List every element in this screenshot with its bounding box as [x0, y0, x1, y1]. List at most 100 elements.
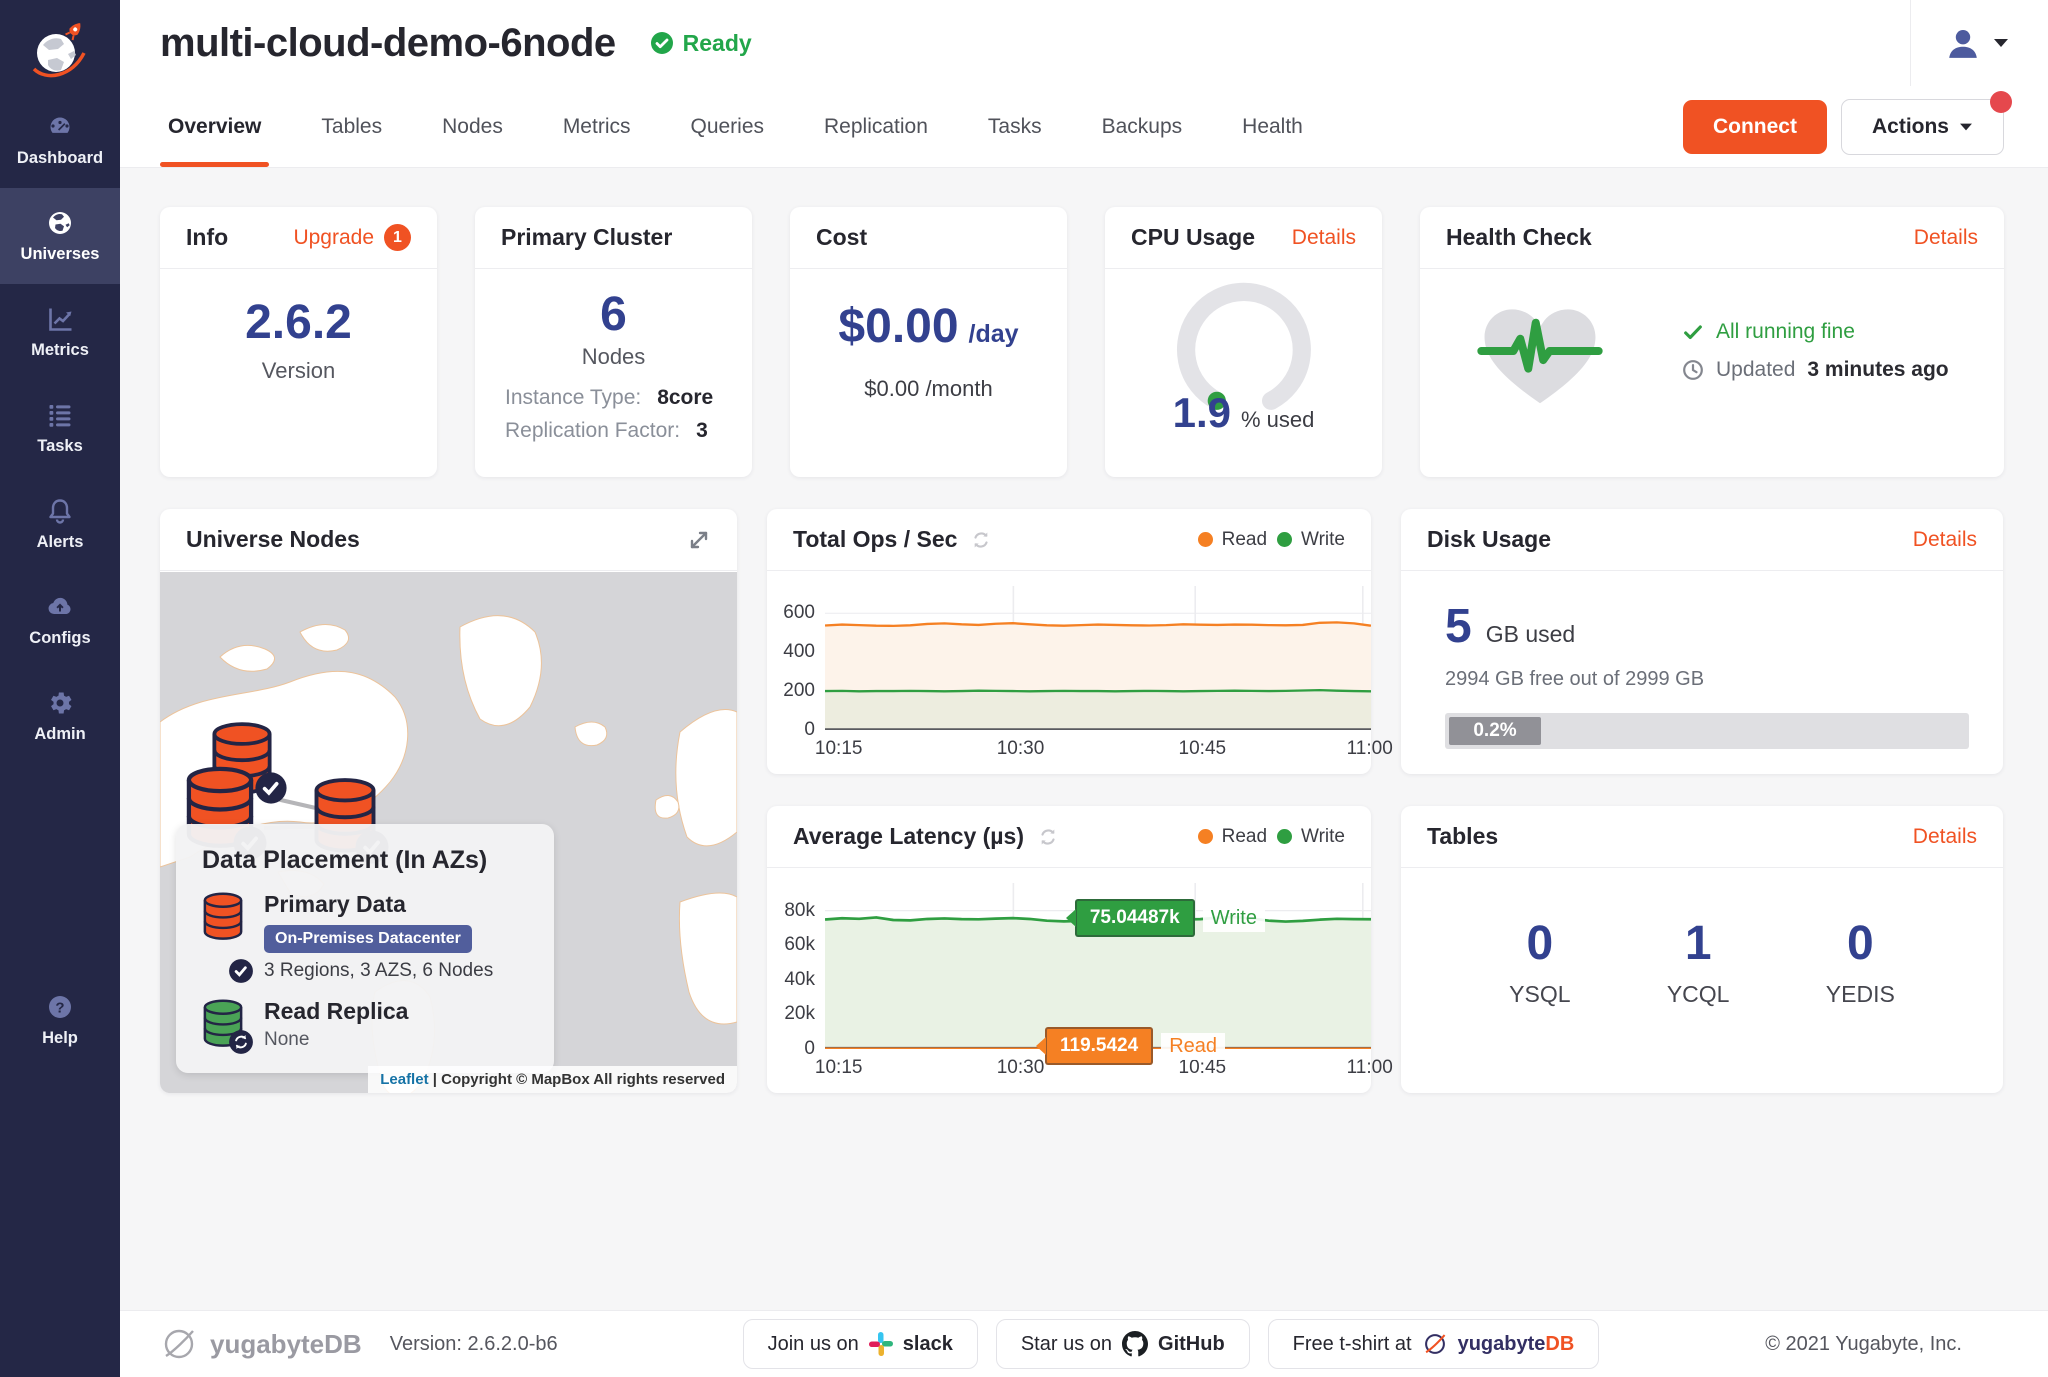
cpu-value: 1.9 — [1173, 389, 1231, 437]
replication-factor-row: Replication Factor: 3 — [505, 419, 722, 443]
sidebar-item-metrics[interactable]: Metrics — [0, 284, 120, 380]
tab-metrics[interactable]: Metrics — [555, 87, 639, 167]
upgrade-count-badge: 1 — [384, 224, 411, 251]
replica-db-icon — [202, 998, 246, 1053]
sidebar-item-configs[interactable]: Configs — [0, 572, 120, 668]
github-name: GitHub — [1158, 1333, 1225, 1356]
sidebar-item-universes[interactable]: Universes — [0, 188, 120, 284]
disk-usage-title: Disk Usage — [1427, 526, 1551, 553]
version-label: Version — [160, 358, 437, 384]
sidebar-item-alerts[interactable]: Alerts — [0, 476, 120, 572]
instance-type-row: Instance Type: 8core — [505, 386, 722, 410]
sidebar-item-help[interactable]: ? Help — [0, 985, 120, 1055]
data-placement-panel: Data Placement (In AZs) Primary Data On-… — [176, 824, 554, 1073]
ysql-stat: 0 YSQL — [1509, 916, 1570, 1008]
read-latency-flag: 119.5424 Read — [1045, 1027, 1225, 1065]
primary-data-desc: 3 Regions, 3 AZS, 6 Nodes — [264, 960, 493, 982]
tab-backups[interactable]: Backups — [1094, 87, 1191, 167]
tab-bar: Overview Tables Nodes Metrics Queries Re… — [120, 86, 2048, 168]
chart-legend: Read Write — [1198, 529, 1345, 551]
datacenter-badge: On-Premises Datacenter — [264, 925, 472, 953]
sidebar-item-dashboard[interactable]: Dashboard — [0, 92, 120, 188]
read-replica-row: Read Replica None — [202, 998, 528, 1053]
tab-tasks[interactable]: Tasks — [980, 87, 1050, 167]
ycql-count: 1 — [1667, 916, 1730, 971]
tshirt-brand-db: DB — [1545, 1333, 1574, 1355]
ops-chart: 0200400600 10:1510:3010:4511:00 — [767, 572, 1371, 774]
disk-details-link[interactable]: Details — [1913, 528, 1977, 552]
write-latency-value: 75.04487k — [1075, 899, 1195, 937]
svg-text:?: ? — [55, 1000, 64, 1017]
info-card: Info Upgrade 1 2.6.2 Version — [160, 207, 437, 477]
app-root: Dashboard Universes Metrics — [0, 0, 2048, 1377]
github-button[interactable]: Star us on GitHub — [996, 1319, 1250, 1369]
slack-icon — [869, 1332, 893, 1356]
read-legend-label: Read — [1222, 529, 1267, 551]
tshirt-brand: yugabyte — [1458, 1333, 1546, 1355]
tshirt-button[interactable]: Free t-shirt at yugabyteDB — [1268, 1319, 1600, 1369]
check-icon — [1682, 321, 1704, 343]
cpu-details-link[interactable]: Details — [1292, 226, 1356, 250]
health-check-title: Health Check — [1446, 224, 1592, 251]
refresh-icon[interactable] — [1036, 825, 1060, 849]
y-axis: 020k40k60k80k — [767, 883, 823, 1049]
sidebar-item-label: Universes — [21, 245, 100, 264]
brand-db-text: DB — [324, 1329, 362, 1359]
tab-overview[interactable]: Overview — [160, 87, 269, 167]
header: multi-cloud-demo-6node Ready Overview Ta… — [120, 0, 2048, 168]
detail-cards-row: Universe Nodes — [160, 509, 2004, 1093]
latency-chart: 020k40k60k80k 75.04487k Write 119.5424 R… — [767, 869, 1371, 1093]
slack-button[interactable]: Join us on slack — [743, 1319, 978, 1369]
yugabyte-logo[interactable] — [0, 0, 120, 92]
write-legend-label: Write — [1301, 529, 1345, 551]
y-axis: 0200400600 — [767, 586, 823, 730]
footer-copyright: © 2021 Yugabyte, Inc. — [1765, 1333, 1962, 1356]
primary-data-label: Primary Data — [264, 891, 493, 918]
refresh-icon[interactable] — [969, 528, 993, 552]
tables-details-link[interactable]: Details — [1913, 825, 1977, 849]
tab-nodes[interactable]: Nodes — [434, 87, 511, 167]
cost-per-month: $0.00 /month — [790, 376, 1067, 402]
check-badge-icon — [228, 958, 254, 984]
help-icon: ? — [45, 992, 75, 1022]
sidebar-item-admin[interactable]: Admin — [0, 668, 120, 764]
write-legend-dot — [1277, 532, 1292, 547]
chart-trend-icon — [45, 304, 75, 334]
chevron-down-icon — [1960, 124, 1972, 131]
user-menu[interactable] — [1910, 0, 2048, 86]
slack-prefix: Join us on — [768, 1333, 859, 1356]
tab-replication[interactable]: Replication — [816, 87, 936, 167]
health-updated-row: Updated 3 minutes ago — [1682, 358, 1949, 382]
tab-tables[interactable]: Tables — [313, 87, 390, 167]
sidebar-item-label: Configs — [29, 629, 90, 648]
world-map[interactable]: Data Placement (In AZs) Primary Data On-… — [160, 572, 737, 1093]
header-actions: Connect Actions — [1683, 99, 2004, 155]
disk-used-label: GB used — [1486, 621, 1576, 648]
disk-used-value: 5 — [1445, 599, 1472, 654]
node-count: 6 — [475, 287, 752, 342]
cpu-unit: % used — [1241, 407, 1314, 433]
info-card-title: Info — [186, 224, 228, 251]
check-circle-icon — [650, 31, 674, 55]
universe-nodes-title: Universe Nodes — [186, 526, 360, 553]
health-details-link[interactable]: Details — [1914, 226, 1978, 250]
yedis-count: 0 — [1826, 916, 1895, 971]
sidebar-item-label: Admin — [34, 725, 85, 744]
disk-free-text: 2994 GB free out of 2999 GB — [1445, 668, 1969, 691]
attribution-text: | Copyright © MapBox All rights reserved — [433, 1071, 725, 1088]
actions-button[interactable]: Actions — [1841, 99, 2004, 155]
gear-icon — [45, 688, 75, 718]
expand-icon[interactable] — [687, 528, 711, 552]
sidebar-item-tasks[interactable]: Tasks — [0, 380, 120, 476]
chart-legend: Read Write — [1198, 826, 1345, 848]
tables-title: Tables — [1427, 823, 1498, 850]
sidebar-item-label: Dashboard — [17, 149, 103, 168]
tab-health[interactable]: Health — [1234, 87, 1311, 167]
connect-button[interactable]: Connect — [1683, 100, 1827, 154]
ysql-label: YSQL — [1509, 981, 1570, 1008]
brand-text: yugabyte — [210, 1329, 324, 1359]
tab-queries[interactable]: Queries — [682, 87, 772, 167]
cost-per-day: $0.00 — [838, 299, 958, 354]
leaflet-link[interactable]: Leaflet — [380, 1071, 428, 1088]
upgrade-link[interactable]: Upgrade — [293, 226, 374, 250]
